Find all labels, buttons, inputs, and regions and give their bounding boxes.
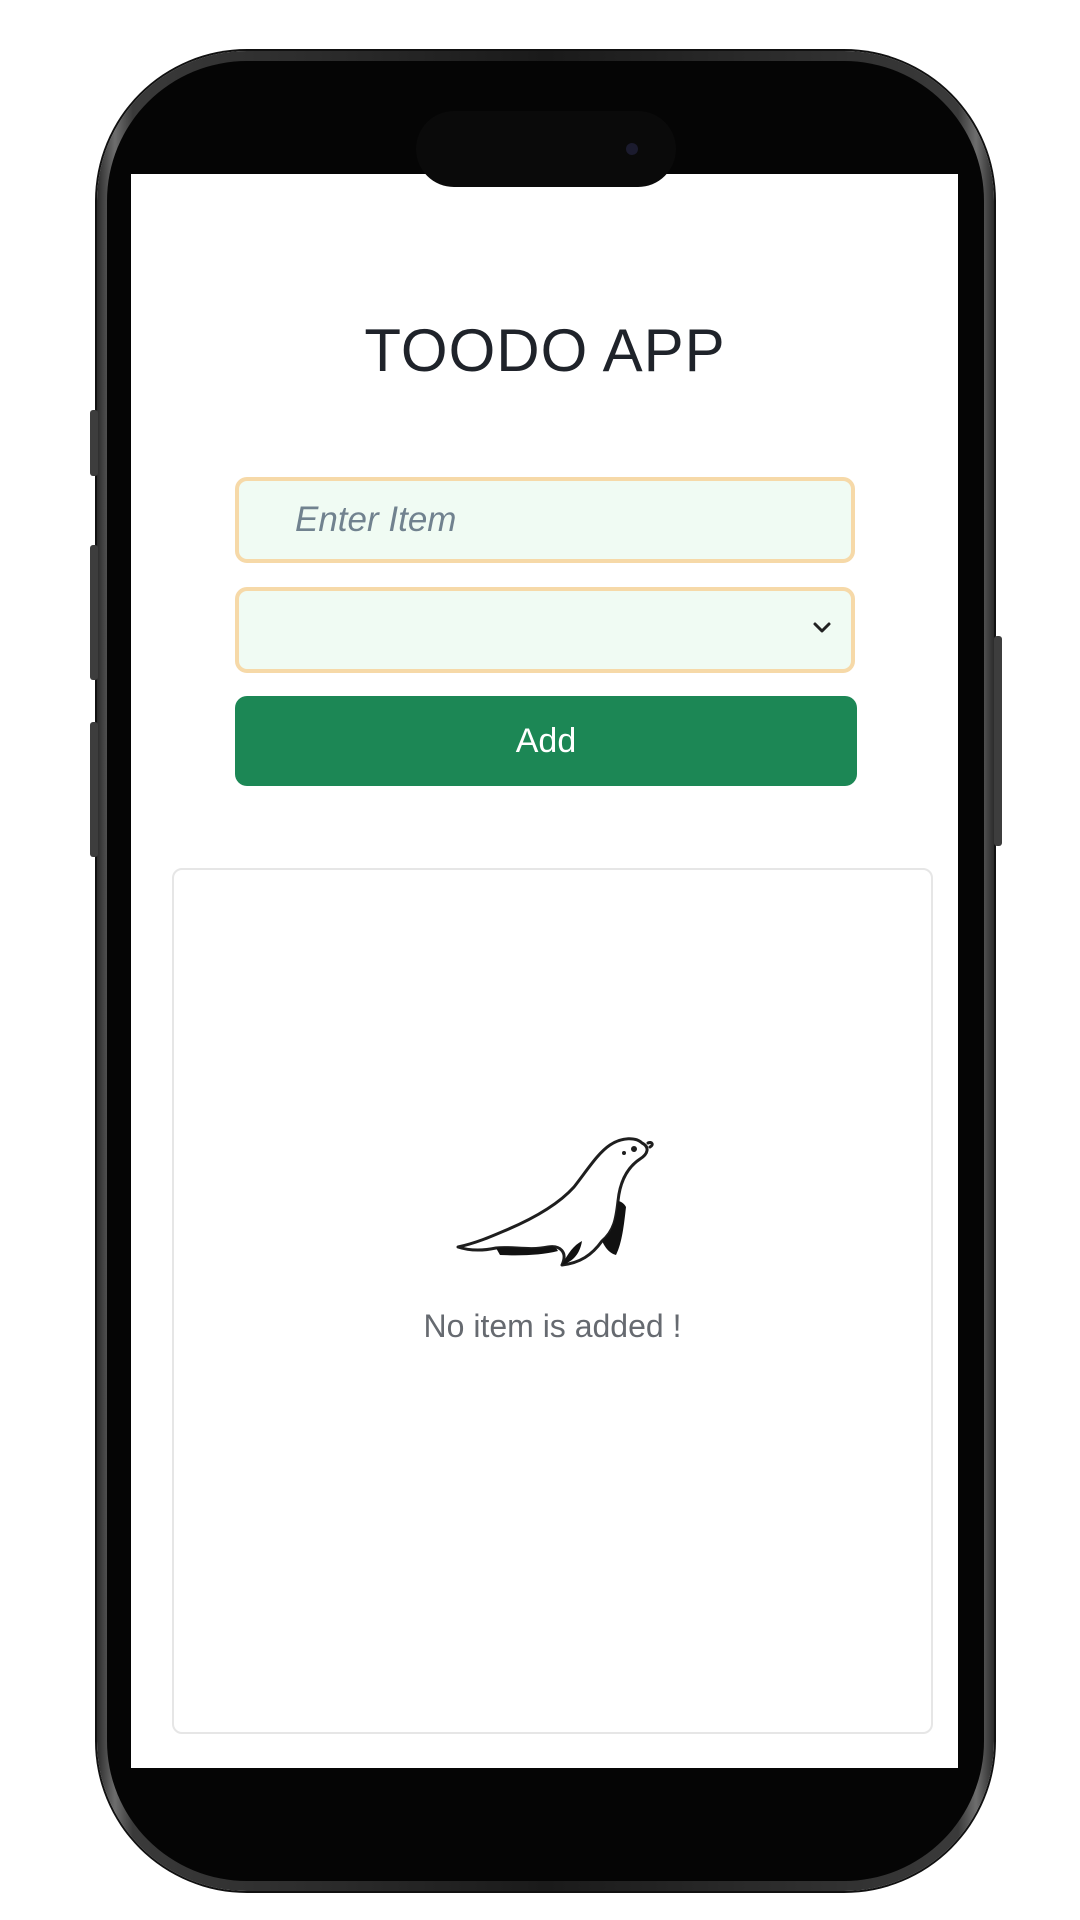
category-select[interactable] <box>235 587 855 673</box>
side-button-left-1 <box>90 410 98 476</box>
add-button[interactable]: Add <box>235 696 857 786</box>
side-button-right <box>994 636 1002 846</box>
front-camera <box>626 143 638 155</box>
todo-list-panel <box>172 868 933 1734</box>
seal-icon <box>456 1137 654 1267</box>
item-input[interactable] <box>235 477 855 563</box>
side-button-left-2 <box>90 545 98 680</box>
page-title: TOODO APP <box>364 317 726 384</box>
dynamic-island <box>416 111 676 187</box>
side-button-left-3 <box>90 722 98 857</box>
empty-state-message: No item is added ! <box>423 1308 682 1344</box>
chevron-down-icon <box>813 622 831 633</box>
